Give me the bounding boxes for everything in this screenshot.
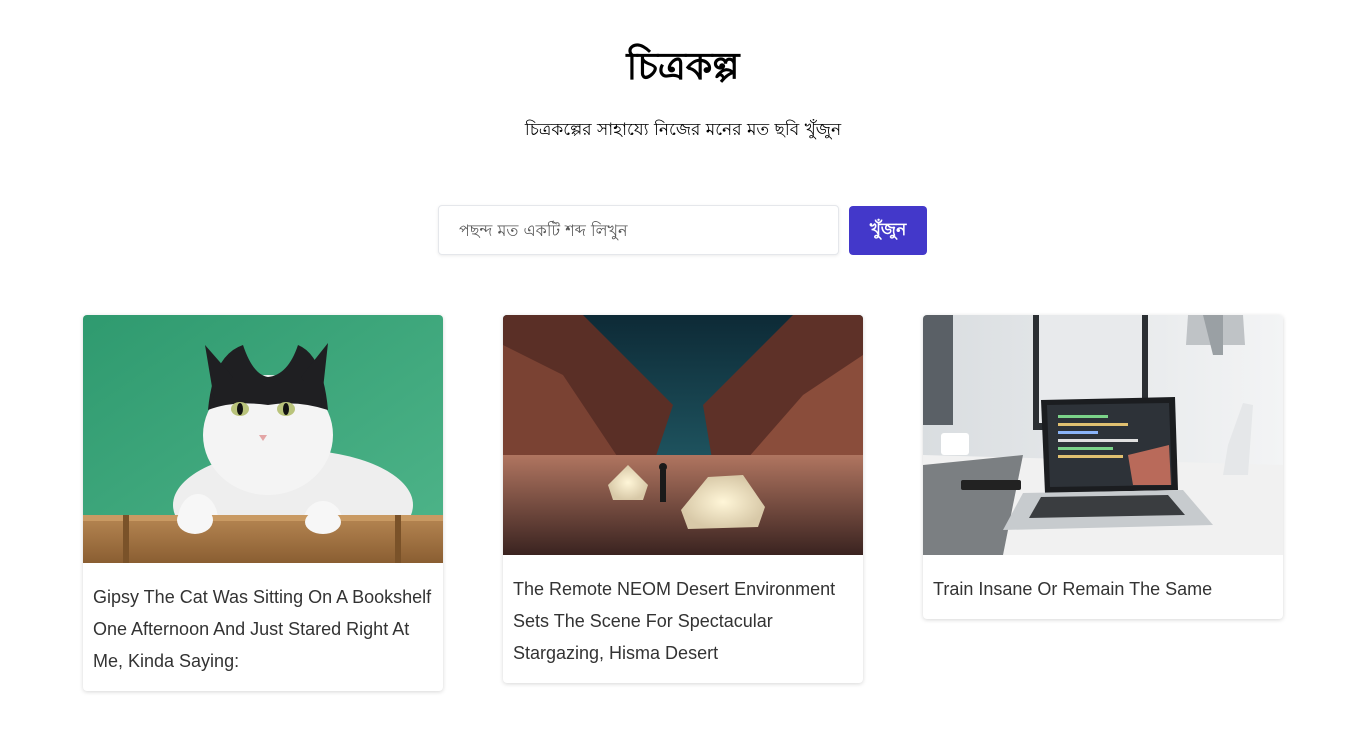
page-title: চিত্রকল্প: [626, 44, 740, 88]
cat-photo[interactable]: [83, 315, 443, 563]
result-caption: Train Insane Or Remain The Same: [933, 579, 1213, 599]
result-caption: The Remote NEOM Desert Environment Sets …: [513, 579, 836, 663]
desert-camp-photo[interactable]: [503, 315, 863, 555]
page-subtitle: চিত্রকল্পের সাহায্যে নিজের মনের মত ছবি খ…: [524, 120, 842, 140]
laptop-desk-photo[interactable]: [923, 315, 1283, 555]
search-button[interactable]: খুঁজুন: [849, 206, 927, 255]
search-bar: খুঁজুন: [438, 205, 928, 255]
result-card[interactable]: Train Insane Or Remain The Same: [923, 315, 1283, 619]
result-card[interactable]: Gipsy The Cat Was Sitting On A Bookshelf…: [83, 315, 443, 691]
result-caption: Gipsy The Cat Was Sitting On A Bookshelf…: [93, 587, 432, 671]
result-card[interactable]: The Remote NEOM Desert Environment Sets …: [503, 315, 863, 683]
search-input[interactable]: [438, 205, 839, 255]
